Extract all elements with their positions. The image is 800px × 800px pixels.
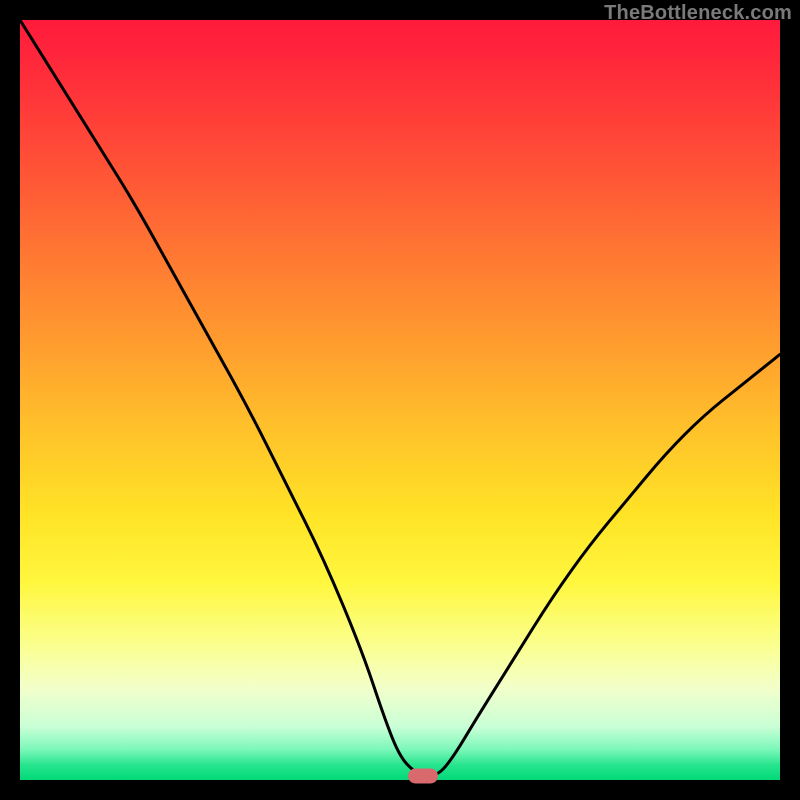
chart-gradient-background <box>20 20 780 780</box>
chart-frame: TheBottleneck.com <box>0 0 800 800</box>
watermark-text: TheBottleneck.com <box>604 2 792 25</box>
